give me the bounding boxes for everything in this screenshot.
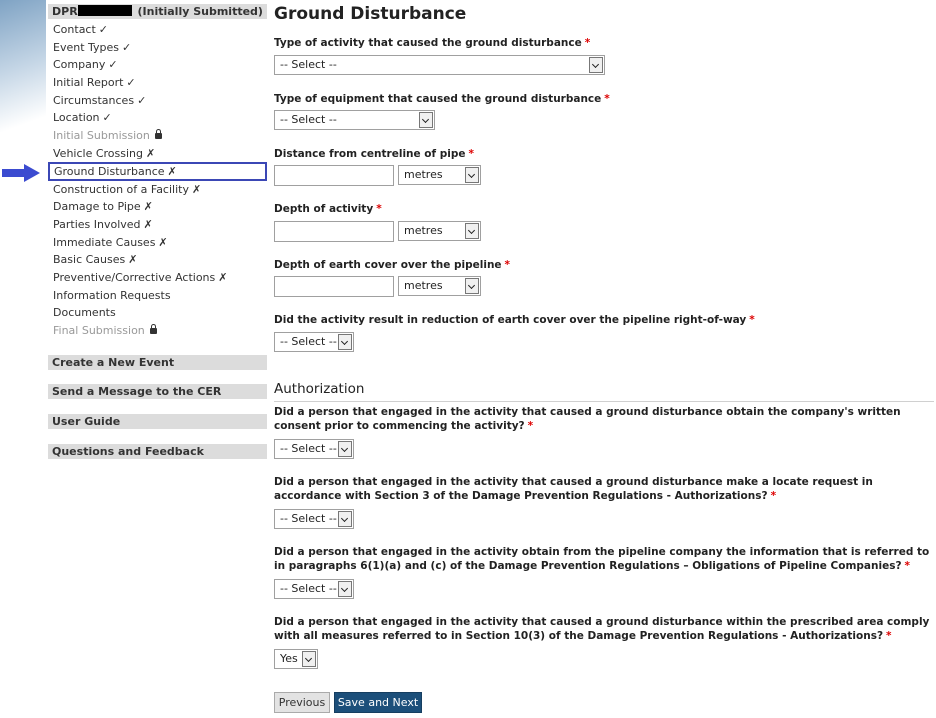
authorization-heading: Authorization	[274, 381, 365, 397]
equipment-type-select[interactable]: -- Select --	[274, 110, 435, 130]
cross-icon: ✗	[143, 200, 153, 213]
chevron-down-icon	[302, 651, 316, 667]
cross-icon: ✗	[167, 165, 177, 178]
previous-button[interactable]: Previous	[274, 692, 330, 713]
question-reduction-cover: Did the activity result in reduction of …	[274, 314, 755, 326]
distance-unit-select[interactable]: metres	[398, 165, 481, 185]
current-step-arrow-icon	[2, 164, 40, 182]
question-written-consent: Did a person that engaged in the activit…	[274, 406, 901, 432]
depth-activity-unit-select[interactable]: metres	[398, 221, 481, 241]
chevron-down-icon	[338, 581, 352, 597]
save-and-next-button[interactable]: Save and Next	[334, 692, 422, 713]
reduction-cover-select[interactable]: -- Select --	[274, 332, 354, 352]
redacted-report-id	[77, 5, 132, 16]
check-icon: ✓	[137, 94, 147, 107]
sidebar-item-construction-facility[interactable]: Construction of a Facility ✗	[53, 182, 201, 198]
check-icon: ✓	[102, 111, 112, 124]
check-icon: ✓	[122, 41, 132, 54]
cross-icon: ✗	[128, 253, 138, 266]
question-comply-measures: Did a person that engaged in the activit…	[274, 616, 930, 642]
sidebar-item-company[interactable]: Company ✓	[53, 57, 118, 73]
chevron-down-icon	[465, 223, 479, 239]
cross-icon: ✗	[218, 271, 228, 284]
sidebar-item-vehicle-crossing[interactable]: Vehicle Crossing ✗	[53, 146, 155, 162]
sidebar-item-information-requests[interactable]: Information Requests	[53, 288, 171, 304]
check-icon: ✓	[98, 23, 109, 36]
depth-cover-unit-select[interactable]: metres	[398, 276, 481, 296]
depth-cover-input[interactable]	[274, 276, 394, 297]
question-activity-type: Type of activity that caused the ground …	[274, 37, 591, 49]
lock-icon	[154, 129, 162, 139]
cross-icon: ✗	[143, 218, 153, 231]
question-distance-centreline: Distance from centreline of pipe *	[274, 148, 474, 160]
cross-icon: ✗	[191, 183, 202, 196]
check-icon: ✓	[108, 58, 118, 71]
sidebar-item-ground-disturbance[interactable]: Ground Disturbance ✗	[48, 162, 267, 181]
chevron-down-icon	[419, 112, 433, 128]
sidebar-item-circumstances[interactable]: Circumstances ✓	[53, 93, 146, 109]
sidebar-item-location[interactable]: Location ✓	[53, 110, 112, 126]
distance-input[interactable]	[274, 165, 394, 186]
questions-feedback-link[interactable]: Questions and Feedback	[48, 444, 267, 459]
sidebar-item-final-submission: Final Submission	[53, 323, 157, 339]
question-equipment-type: Type of equipment that caused the ground…	[274, 93, 610, 105]
send-message-link[interactable]: Send a Message to the CER	[48, 384, 267, 399]
company-information-select[interactable]: -- Select --	[274, 579, 354, 599]
chevron-down-icon	[589, 57, 603, 73]
sidebar-item-documents[interactable]: Documents	[53, 305, 116, 321]
chevron-down-icon	[338, 334, 352, 350]
question-locate-request: Did a person that engaged in the activit…	[274, 476, 873, 502]
sidebar-item-initial-submission: Initial Submission	[53, 128, 162, 144]
chevron-down-icon	[338, 511, 352, 527]
chevron-down-icon	[465, 167, 479, 183]
required-marker: *	[584, 37, 591, 49]
sidebar-item-basic-causes[interactable]: Basic Causes ✗	[53, 252, 137, 268]
sidebar-item-damage-to-pipe[interactable]: Damage to Pipe ✗	[53, 199, 153, 215]
sidebar-item-preventive-actions[interactable]: Preventive/Corrective Actions ✗	[53, 270, 227, 286]
question-company-information: Did a person that engaged in the activit…	[274, 546, 930, 572]
activity-type-select[interactable]: -- Select --	[274, 55, 605, 75]
sidebar-item-immediate-causes[interactable]: Immediate Causes ✗	[53, 235, 168, 251]
chevron-down-icon	[338, 441, 352, 457]
sidebar-item-contact[interactable]: Contact ✓	[53, 22, 108, 38]
sidebar-item-parties-involved[interactable]: Parties Involved ✗	[53, 217, 153, 233]
locate-request-select[interactable]: -- Select --	[274, 509, 354, 529]
page-background-gradient	[0, 0, 46, 150]
chevron-down-icon	[465, 278, 479, 294]
lock-icon	[149, 324, 157, 334]
page-title: Ground Disturbance	[274, 4, 467, 24]
question-depth-activity: Depth of activity *	[274, 203, 382, 215]
sidebar-item-initial-report[interactable]: Initial Report ✓	[53, 75, 136, 91]
user-guide-link[interactable]: User Guide	[48, 414, 267, 429]
sidebar-item-event-types[interactable]: Event Types ✓	[53, 40, 131, 56]
comply-measures-select[interactable]: Yes	[274, 649, 318, 669]
depth-activity-input[interactable]	[274, 221, 394, 242]
check-icon: ✓	[126, 76, 136, 89]
written-consent-select[interactable]: -- Select --	[274, 439, 354, 459]
question-depth-cover: Depth of earth cover over the pipeline *	[274, 259, 511, 271]
create-new-event-link[interactable]: Create a New Event	[48, 355, 267, 370]
section-divider	[274, 401, 934, 402]
cross-icon: ✗	[158, 236, 168, 249]
cross-icon: ✗	[146, 147, 156, 160]
report-status-header: DPR (Initially Submitted)	[48, 4, 267, 19]
